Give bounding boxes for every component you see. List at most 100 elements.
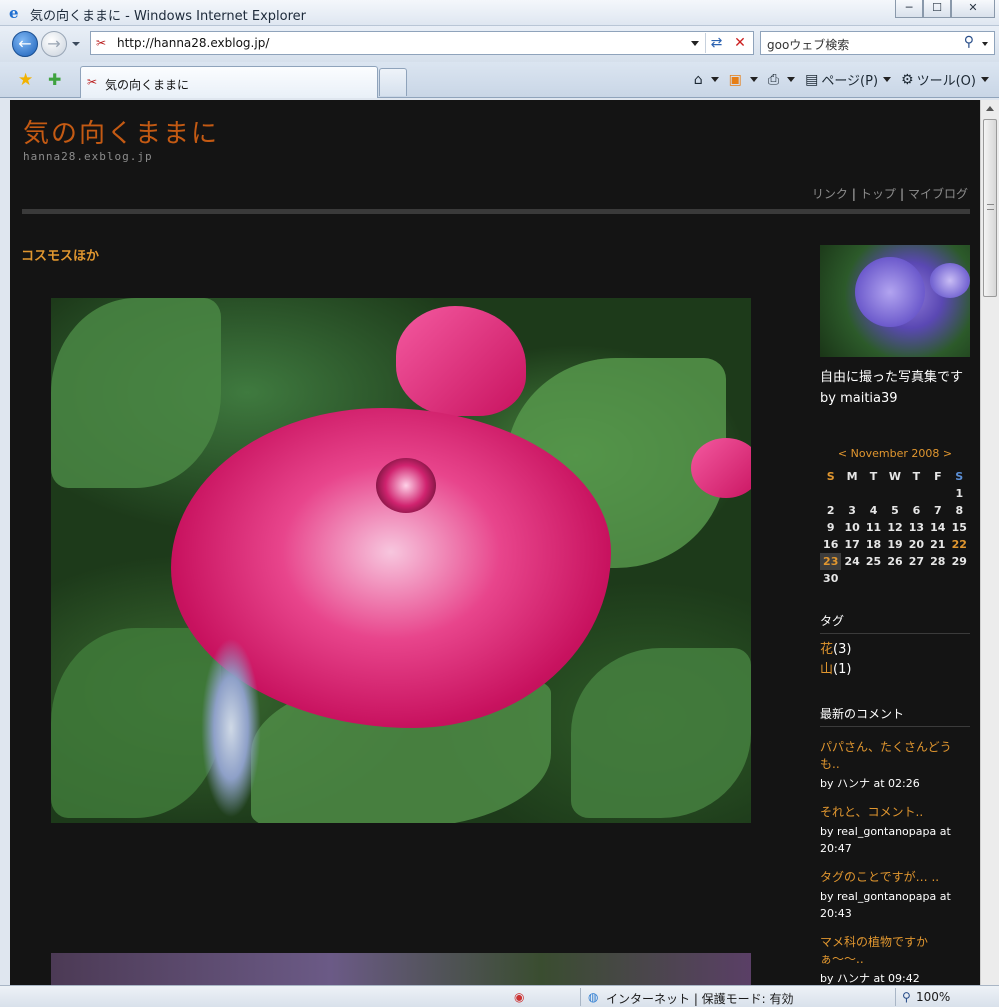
refresh-button[interactable]: ⇄ (705, 33, 727, 53)
back-button[interactable]: ← (12, 31, 38, 57)
tools-menu[interactable]: ⚙ ツール(O) (901, 70, 989, 89)
comment-title[interactable]: マメ科の植物ですかぁ〜〜.. (820, 934, 970, 968)
calendar-day-header: T (912, 470, 921, 483)
comment-list: パパさん、たくさんどうも.. by ハンナ at 02:26 それと、コメント.. b… (820, 739, 970, 985)
calendar-date: 6 (912, 504, 921, 517)
maximize-button[interactable]: ☐ (923, 0, 951, 18)
calendar-date[interactable]: 23 (820, 553, 842, 570)
calendar-date (906, 485, 927, 502)
post-photo-second[interactable] (51, 953, 751, 985)
stop-button[interactable]: ✕ (729, 33, 751, 53)
calendar-date: 30 (823, 572, 839, 585)
add-favorites-icon[interactable]: ✚ (48, 70, 61, 89)
address-bar[interactable]: ✂ http://hanna28.exblog.jp/ ⇄ ✕ (90, 31, 754, 55)
tab-favicon-icon: ✂ (87, 75, 98, 89)
privacy-icon[interactable]: ◉ (514, 990, 524, 1004)
tag-item[interactable]: 花(3) (820, 640, 970, 660)
tag-count: (1) (833, 662, 852, 677)
calendar-date: 2 (826, 504, 835, 517)
status-bar: ◉ ◍ インターネット | 保護モード: 有効 ⚲ 100% (0, 985, 999, 1007)
calendar-date: 29 (951, 555, 967, 568)
calendar-day-header: F (934, 470, 942, 483)
nav-link-myblog[interactable]: マイブログ (908, 187, 968, 201)
calendar-date: 13 (908, 521, 925, 534)
forward-button[interactable]: → (41, 31, 67, 57)
minimize-button[interactable]: ─ (895, 0, 923, 18)
feeds-button[interactable]: ▣ (729, 72, 758, 88)
calendar-day-header: S (826, 470, 835, 483)
tag-name[interactable]: 花 (820, 642, 833, 657)
address-input[interactable]: http://hanna28.exblog.jp/ (117, 36, 269, 50)
scroll-thumb[interactable] (983, 119, 997, 297)
tag-name[interactable]: 山 (820, 662, 833, 677)
rss-icon: ▣ (728, 71, 742, 88)
comment-item: マメ科の植物ですかぁ〜〜.. by ハンナ at 09:42 (820, 934, 970, 985)
calendar-date: 24 (844, 555, 860, 568)
tools-menu-label: ツール(O) (916, 74, 976, 89)
new-tab-button[interactable] (379, 68, 407, 96)
search-box[interactable]: gooウェブ検索 ⚲ (760, 31, 995, 55)
calendar-date (841, 485, 862, 502)
calendar-date (906, 570, 927, 587)
calendar-header[interactable]: < November 2008 > (820, 447, 970, 460)
calendar-day-header: W (888, 470, 902, 483)
comment-author: by ハンナ at 09:42 (820, 972, 920, 985)
print-button[interactable]: ⎙ (768, 72, 796, 88)
tab-label: 気の向くままに (105, 78, 190, 92)
profile-image[interactable] (820, 245, 970, 357)
top-navigation: リンク | トップ | マイブログ (811, 187, 968, 201)
calendar-date: 14 (930, 521, 946, 534)
blog-url: hanna28.exblog.jp (23, 150, 153, 163)
favorites-star-icon[interactable]: ★ (18, 70, 33, 90)
blog-title[interactable]: 気の向くままに (23, 113, 219, 150)
calendar-date: 11 (865, 521, 882, 534)
search-input[interactable]: gooウェブ検索 (767, 36, 849, 53)
calendar-day-header: T (869, 470, 878, 483)
address-dropdown-button[interactable] (691, 41, 699, 46)
tag-item[interactable]: 山(1) (820, 660, 970, 680)
calendar-date (820, 485, 841, 502)
scroll-up-button[interactable] (986, 106, 994, 111)
calendar-date: 10 (844, 521, 860, 534)
calendar-date: 25 (865, 555, 882, 568)
search-dropdown-button[interactable] (982, 42, 988, 46)
comment-title[interactable]: タグのことですが… .. (820, 869, 970, 886)
calendar-date: 20 (908, 538, 925, 551)
calendar-date (949, 570, 970, 587)
page-viewport: 気の向くままに hanna28.exblog.jp リンク | トップ | マイブログ … (10, 100, 980, 985)
post-photo-flower[interactable] (51, 298, 751, 823)
calendar-date: 26 (887, 555, 903, 568)
calendar-date: 1 (955, 487, 964, 500)
history-dropdown-button[interactable] (72, 42, 80, 46)
comment-author: by ハンナ at 02:26 (820, 777, 920, 790)
comment-author: by real_gontanopapa at 20:43 (820, 890, 951, 920)
tag-list: 花(3) 山(1) (820, 640, 970, 680)
calendar-date: 4 (869, 504, 878, 517)
post-title[interactable]: コスモスほか (21, 245, 99, 264)
calendar-date: 21 (930, 538, 946, 551)
calendar: < November 2008 > SMTWTFS 1 2 3 4 5 6 7 8 9 10 11 1… (820, 447, 970, 587)
comment-title[interactable]: それと、コメント.. (820, 804, 970, 821)
globe-icon: ◍ (588, 990, 599, 1004)
zoom-level[interactable]: 100% (916, 990, 950, 1004)
nav-link-links[interactable]: リンク (812, 187, 848, 201)
page-menu[interactable]: ▤ ページ(P) (805, 70, 892, 89)
security-zone[interactable]: インターネット | 保護モード: 有効 (606, 990, 794, 1007)
calendar-date: 9 (826, 521, 835, 534)
ie-logo-icon: e (9, 4, 19, 22)
close-button[interactable]: ✕ (951, 0, 995, 18)
browser-tab[interactable]: ✂ 気の向くままに (80, 66, 378, 98)
home-button[interactable]: ⌂ (694, 72, 719, 88)
profile-description: 自由に撮った写真集です by maitia39 (820, 367, 970, 409)
search-icon[interactable]: ⚲ (964, 34, 974, 50)
calendar-date: 15 (951, 521, 967, 534)
comment-title[interactable]: パパさん、たくさんどうも.. (820, 739, 970, 773)
vertical-scrollbar[interactable] (980, 100, 999, 985)
nav-link-top[interactable]: トップ (860, 187, 896, 201)
address-toolbar: ← → ✂ http://hanna28.exblog.jp/ ⇄ ✕ gooウ… (0, 26, 999, 62)
calendar-date (927, 570, 948, 587)
page-menu-label: ページ(P) (821, 74, 879, 89)
home-icon: ⌂ (693, 71, 703, 88)
calendar-date (884, 570, 905, 587)
calendar-date[interactable]: 22 (949, 536, 970, 553)
